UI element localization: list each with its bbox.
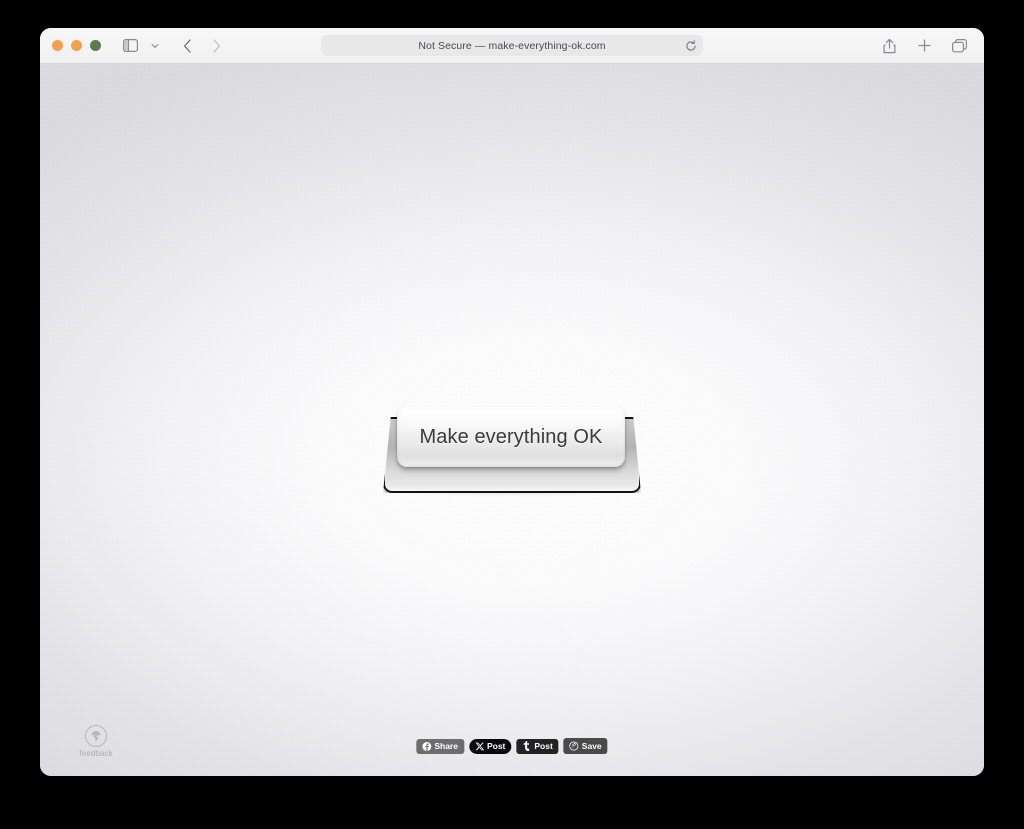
browser-toolbar: Not Secure — make-everything-ok.com (40, 28, 984, 64)
address-bar-text: Not Secure — make-everything-ok.com (418, 39, 606, 52)
page-content: Make everything OK feedback Share Post P… (40, 64, 984, 776)
reload-button[interactable] (684, 39, 698, 53)
feedback-label: feedback (79, 749, 113, 758)
minimize-window-button[interactable] (71, 40, 82, 51)
back-button[interactable] (174, 34, 200, 58)
facebook-icon (422, 741, 432, 751)
facebook-share-button[interactable]: Share (416, 738, 464, 754)
tumblr-post-button[interactable]: Post (516, 738, 559, 754)
toolbar-actions-group (876, 34, 972, 58)
address-bar[interactable]: Not Secure — make-everything-ok.com (321, 35, 703, 56)
toolbar-navigation-group (117, 34, 229, 58)
pinterest-icon (569, 741, 579, 751)
x-icon (475, 742, 484, 751)
x-post-label: Post (486, 740, 506, 751)
social-share-row: Share Post Post Save (416, 738, 608, 754)
feedback-widget[interactable]: feedback (74, 725, 118, 758)
pinterest-save-label: Save (581, 740, 602, 751)
x-post-button[interactable]: Post (468, 738, 512, 754)
pinterest-save-button[interactable]: Save (563, 738, 608, 754)
tree-circle-icon (85, 725, 107, 747)
zoom-window-button[interactable] (90, 40, 101, 51)
window-controls (52, 40, 101, 51)
tab-overview-button[interactable] (946, 34, 972, 58)
share-button[interactable] (876, 34, 902, 58)
browser-window: Not Secure — make-everything-ok.com Make… (40, 28, 984, 776)
tumblr-icon (522, 741, 531, 751)
make-everything-ok-label: Make everything OK (419, 425, 603, 448)
make-everything-ok-button[interactable]: Make everything OK (383, 407, 641, 495)
screen: Not Secure — make-everything-ok.com Make… (0, 0, 1024, 829)
chevron-down-icon[interactable] (146, 34, 164, 58)
forward-button[interactable] (203, 34, 229, 58)
button-keycap[interactable]: Make everything OK (397, 407, 625, 467)
facebook-share-label: Share (434, 740, 458, 751)
tumblr-post-label: Post (534, 740, 553, 751)
sidebar-toggle-button[interactable] (117, 34, 143, 58)
new-tab-button[interactable] (911, 34, 937, 58)
close-window-button[interactable] (52, 40, 63, 51)
